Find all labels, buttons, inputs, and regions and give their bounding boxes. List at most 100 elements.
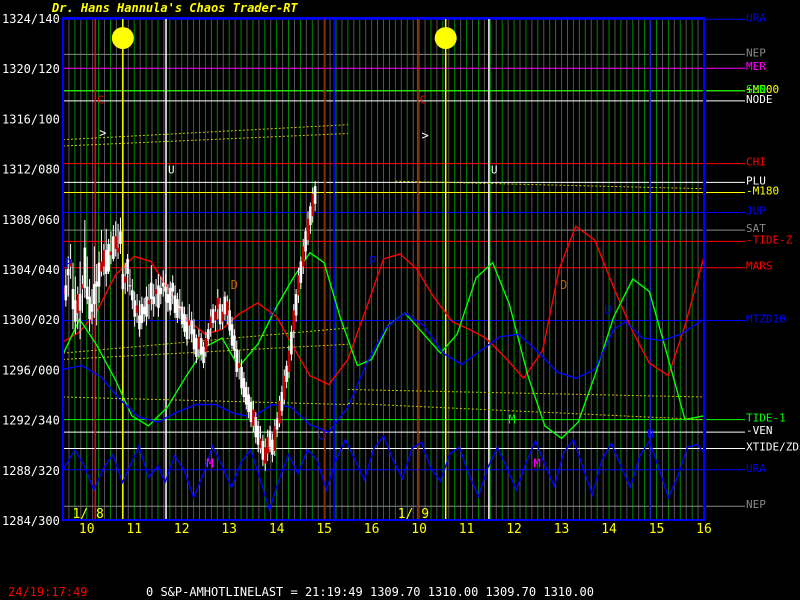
price-bar-body xyxy=(230,324,234,346)
y-tick-label: 1316/100 xyxy=(2,112,60,126)
price-bar-body xyxy=(309,206,312,226)
price-bar-body xyxy=(81,284,84,290)
chart-annotation: U xyxy=(647,427,654,441)
status-message: 0 S&P-AMHOTLINELAST = 21:19:49 1309.70 1… xyxy=(146,585,594,599)
price-bar-body xyxy=(254,417,258,438)
planet-level-label: NODE xyxy=(746,93,773,106)
planet-level-label: NEP xyxy=(746,46,766,59)
price-bar-body xyxy=(273,425,277,451)
planet-level-label: NEP xyxy=(746,498,766,511)
y-tick-label: 1284/300 xyxy=(2,514,60,528)
sun-marker xyxy=(434,27,457,50)
chart-annotation: P xyxy=(64,257,71,271)
price-bar-body xyxy=(145,296,148,317)
price-bar-body xyxy=(252,409,255,426)
price-bar-body xyxy=(261,440,265,460)
price-bar-body xyxy=(218,304,222,325)
price-bar-body xyxy=(152,296,155,305)
price-bar-body xyxy=(164,286,167,292)
planet-level-label: MER xyxy=(746,60,766,73)
price-bar-body xyxy=(138,315,141,330)
date-label: 1/ 9 xyxy=(398,507,429,522)
planet-level-label: URA xyxy=(746,462,766,475)
price-bar-body xyxy=(102,250,106,267)
x-tick-label: 16 xyxy=(696,522,712,537)
price-bar-body xyxy=(178,306,182,308)
chart-annotation: U xyxy=(318,429,325,443)
chart-title: Dr. Hans Hannula's Chaos Trader-RT xyxy=(51,1,298,15)
price-bar-body xyxy=(221,311,224,322)
price-bar-body xyxy=(242,378,246,398)
x-tick-label: 12 xyxy=(174,522,190,537)
price-bar-body xyxy=(280,391,284,411)
event-marker-label: U xyxy=(168,164,175,177)
price-bar-body xyxy=(97,262,101,287)
price-bar-body xyxy=(135,305,139,313)
planet-level-label: XTIDE/ZD50 xyxy=(746,440,800,453)
price-bar-body xyxy=(104,250,108,275)
price-bar-body xyxy=(235,349,239,372)
price-bar-body xyxy=(131,290,134,301)
price-bar-body xyxy=(282,375,286,400)
planet-level-label: -M180 xyxy=(746,184,779,197)
price-bar-body xyxy=(114,236,118,249)
chart-annotation: > xyxy=(421,129,428,143)
chart-annotation: U xyxy=(604,303,611,317)
event-marker-label: C xyxy=(97,93,104,106)
price-bar-body xyxy=(78,294,82,311)
price-bar-body xyxy=(119,231,122,244)
price-bar-body xyxy=(244,386,248,405)
y-tick-label: 1308/060 xyxy=(2,213,60,227)
x-tick-label: 13 xyxy=(554,522,570,537)
price-bar-body xyxy=(228,310,231,331)
x-tick-label: 14 xyxy=(601,522,617,537)
price-bar-body xyxy=(294,294,298,316)
price-bar-body xyxy=(100,261,103,272)
price-bar-body xyxy=(214,311,217,321)
chart-annotation: D xyxy=(560,278,567,292)
price-bar-body xyxy=(306,218,310,241)
price-bar-body xyxy=(88,296,91,320)
price-bar-body xyxy=(180,306,184,325)
price-bar-body xyxy=(249,402,253,423)
price-bar-body xyxy=(166,294,170,303)
price-bar-body xyxy=(159,287,163,295)
price-bar-body xyxy=(74,300,77,322)
price-bar-body xyxy=(107,243,110,272)
price-bar-body xyxy=(133,300,136,317)
price-bar-body xyxy=(176,299,179,318)
price-bar-body xyxy=(240,366,243,389)
price-bar-body xyxy=(311,193,315,217)
price-bar-body xyxy=(209,316,212,328)
planet-level-label: TIDE-1 xyxy=(746,412,786,425)
x-tick-label: 11 xyxy=(459,522,475,537)
planet-level-label: JUP xyxy=(746,205,766,218)
price-bar-body xyxy=(71,289,75,310)
y-tick-label: 1304/040 xyxy=(2,263,60,277)
price-bar-body xyxy=(142,306,146,315)
x-tick-label: 15 xyxy=(316,522,332,537)
price-bar-body xyxy=(202,346,205,364)
y-tick-label: 1288/320 xyxy=(2,464,60,478)
price-bar-body xyxy=(204,338,208,352)
price-bar-body xyxy=(85,286,89,300)
price-bar-body xyxy=(185,321,189,340)
y-tick-label: 1292/340 xyxy=(2,414,60,428)
x-tick-label: 10 xyxy=(411,522,427,537)
price-bar-body xyxy=(64,285,68,301)
event-marker-label: U xyxy=(491,164,498,177)
price-bar-body xyxy=(112,236,115,259)
price-bar-body xyxy=(109,251,113,256)
price-bar-body xyxy=(256,425,260,445)
event-marker-label: C xyxy=(420,93,427,106)
y-tick-label: 1296/000 xyxy=(2,363,60,377)
price-bar-body xyxy=(197,336,201,350)
chart-annotation: P xyxy=(369,254,376,268)
price-bar-body xyxy=(237,363,241,369)
price-bar-body xyxy=(275,418,279,430)
price-bar-body xyxy=(211,309,215,323)
y-tick-label: 1320/120 xyxy=(2,62,60,76)
y-tick-label: 1300/020 xyxy=(2,313,60,327)
price-bar-body xyxy=(123,276,127,283)
chart-annotation: M xyxy=(206,456,213,470)
